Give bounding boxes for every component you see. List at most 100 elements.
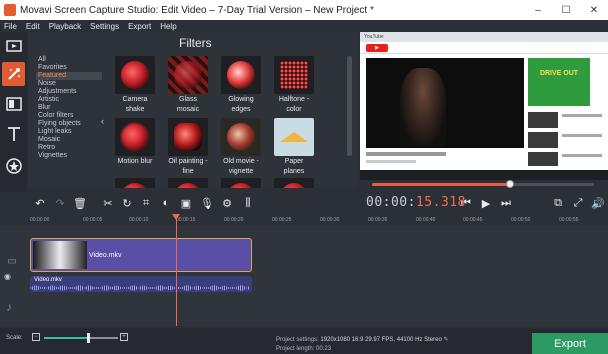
seek-handle[interactable] — [505, 180, 514, 188]
project-settings-label: Project settings: — [276, 337, 319, 343]
scale-slider-handle[interactable] — [87, 333, 91, 343]
filter-thumbnail — [274, 56, 314, 94]
menu-file[interactable]: File — [4, 22, 17, 31]
menu-playback[interactable]: Playback — [49, 22, 81, 31]
import-button[interactable] — [2, 34, 25, 58]
zoom-in-button[interactable]: + — [120, 333, 128, 341]
filter-tile-paper-planes[interactable]: Paper planes — [268, 118, 320, 176]
collapse-categories-icon[interactable]: ‹ — [101, 116, 104, 126]
category-item[interactable]: Mosaic — [36, 136, 102, 144]
category-item[interactable]: Flying objects — [36, 120, 102, 128]
filter-tile-motion-blur[interactable]: Motion blur — [109, 118, 161, 166]
maximize-button[interactable]: ☐ — [552, 5, 580, 16]
timeline-ruler[interactable]: 00:00:00 00:00:05 00:00:10 00:00:15 00:0… — [0, 214, 608, 226]
crop-icon: ⌗ — [142, 196, 150, 209]
export-button[interactable]: Export — [532, 333, 608, 354]
rotate-button[interactable]: ↻ — [119, 195, 135, 211]
tool-rail — [0, 32, 27, 212]
ruler-tick: 00:00:50 — [511, 217, 531, 223]
crop-button[interactable]: ⌗ — [138, 195, 154, 211]
settings-button[interactable]: ⚙ — [219, 195, 235, 211]
speaker-icon: 🔊 — [591, 197, 605, 210]
clip-label: Video.mkv — [89, 252, 122, 259]
minimize-button[interactable]: – — [524, 5, 552, 16]
audio-clip[interactable]: Video.mkv — [30, 276, 252, 292]
pencil-icon[interactable]: ✎ — [443, 337, 448, 343]
cut-button[interactable]: ✂ — [100, 195, 116, 211]
category-item[interactable]: Color filters — [36, 112, 102, 120]
menu-settings[interactable]: Settings — [90, 22, 119, 31]
menu-edit[interactable]: Edit — [26, 22, 40, 31]
filter-label: Old movie - — [223, 158, 259, 165]
filter-tile-glass-mosaic[interactable]: Glass mosaic — [162, 56, 214, 114]
undo-button[interactable]: ↶ — [32, 195, 48, 211]
next-frame-button[interactable]: ⏭ — [498, 195, 514, 211]
titles-icon — [7, 127, 20, 141]
filter-tile-glowing-edges[interactable]: Glowing edges — [215, 56, 267, 114]
category-item-selected[interactable]: Featured — [36, 72, 102, 80]
detach-preview-button[interactable]: ⧉ — [550, 195, 566, 211]
close-button[interactable]: ✕ — [580, 5, 608, 16]
category-item[interactable]: Noise — [36, 80, 102, 88]
menu-help[interactable]: Help — [160, 22, 176, 31]
youtube-logo: ▶ — [366, 44, 388, 52]
playhead-handle[interactable] — [172, 214, 180, 220]
preview-seek-bar[interactable] — [360, 180, 608, 188]
category-item[interactable]: Adjustments — [36, 88, 102, 96]
stickers-button[interactable] — [2, 154, 25, 178]
filter-label: Motion blur — [117, 158, 153, 165]
app-icon — [4, 4, 16, 16]
zoom-out-button[interactable]: − — [32, 333, 40, 341]
equalizer-button[interactable]: ⫼ — [240, 195, 256, 211]
category-item[interactable]: Vignettes — [36, 152, 102, 160]
project-length: Project length: 00:23 — [276, 346, 331, 352]
play-button[interactable]: ▶ — [478, 195, 494, 211]
filters-button[interactable] — [2, 62, 25, 86]
filter-thumbnail — [221, 118, 261, 156]
category-item[interactable]: All — [36, 56, 102, 64]
related-video-thumb — [528, 112, 558, 128]
playhead[interactable] — [176, 214, 177, 326]
volume-button[interactable]: 🔊 — [590, 195, 606, 211]
menu-export[interactable]: Export — [128, 22, 151, 31]
category-item[interactable]: Favorites — [36, 64, 102, 72]
filter-tile-partial[interactable] — [268, 178, 320, 188]
color-adjust-button[interactable]: ◐ — [158, 195, 174, 211]
transitions-button[interactable] — [2, 92, 25, 116]
browser-address-bar — [360, 42, 608, 54]
ruler-tick: 00:00:40 — [416, 217, 436, 223]
video-clip[interactable]: Video.mkv — [30, 238, 252, 272]
insert-image-button[interactable]: ▣ — [178, 195, 194, 211]
filters-icon — [7, 68, 20, 80]
filter-tile-partial[interactable] — [162, 178, 214, 188]
filter-tile-partial[interactable] — [215, 178, 267, 188]
filter-tile-partial[interactable] — [109, 178, 161, 188]
category-item[interactable]: Retro — [36, 144, 102, 152]
filter-tile-halftone-color[interactable]: Halftone - color — [268, 56, 320, 114]
preview-window[interactable]: YouTube ▶ DRIVE OUT — [360, 32, 608, 180]
delete-button[interactable]: 🗑 — [72, 195, 88, 211]
project-settings: Project settings: 1920x1080 16:9 29.97 F… — [276, 336, 448, 343]
filters-scrollbar[interactable] — [347, 56, 352, 156]
timecode-prefix: 00:00: — [366, 195, 416, 210]
fullscreen-button[interactable]: ⤢ — [570, 195, 586, 211]
eye-icon[interactable]: ◉ — [4, 272, 11, 281]
filter-label: Glass — [179, 96, 197, 103]
filter-tile-oil-painting-fine[interactable]: Oil painting - fine — [162, 118, 214, 176]
redo-button[interactable]: ↷ — [52, 195, 68, 211]
filter-tile-old-movie-vignette[interactable]: Old movie - vignette — [215, 118, 267, 176]
category-item[interactable]: Blur — [36, 104, 102, 112]
filter-label: edges — [231, 106, 251, 113]
category-item[interactable]: Light leaks — [36, 128, 102, 136]
audio-clip-label: Video.mkv — [34, 277, 62, 283]
gear-icon: ⚙ — [222, 197, 232, 210]
ruler-tick: 00:00:35 — [368, 217, 388, 223]
record-voice-button[interactable]: 🎙 — [199, 195, 215, 211]
stickers-icon — [5, 158, 22, 174]
ruler-tick: 00:00:25 — [272, 217, 292, 223]
audio-waveform — [30, 285, 249, 291]
category-item[interactable]: Artistic — [36, 96, 102, 104]
titles-button[interactable] — [2, 122, 25, 146]
transitions-icon — [5, 97, 22, 111]
filter-tile-camera-shake[interactable]: Camera shake — [109, 56, 161, 114]
